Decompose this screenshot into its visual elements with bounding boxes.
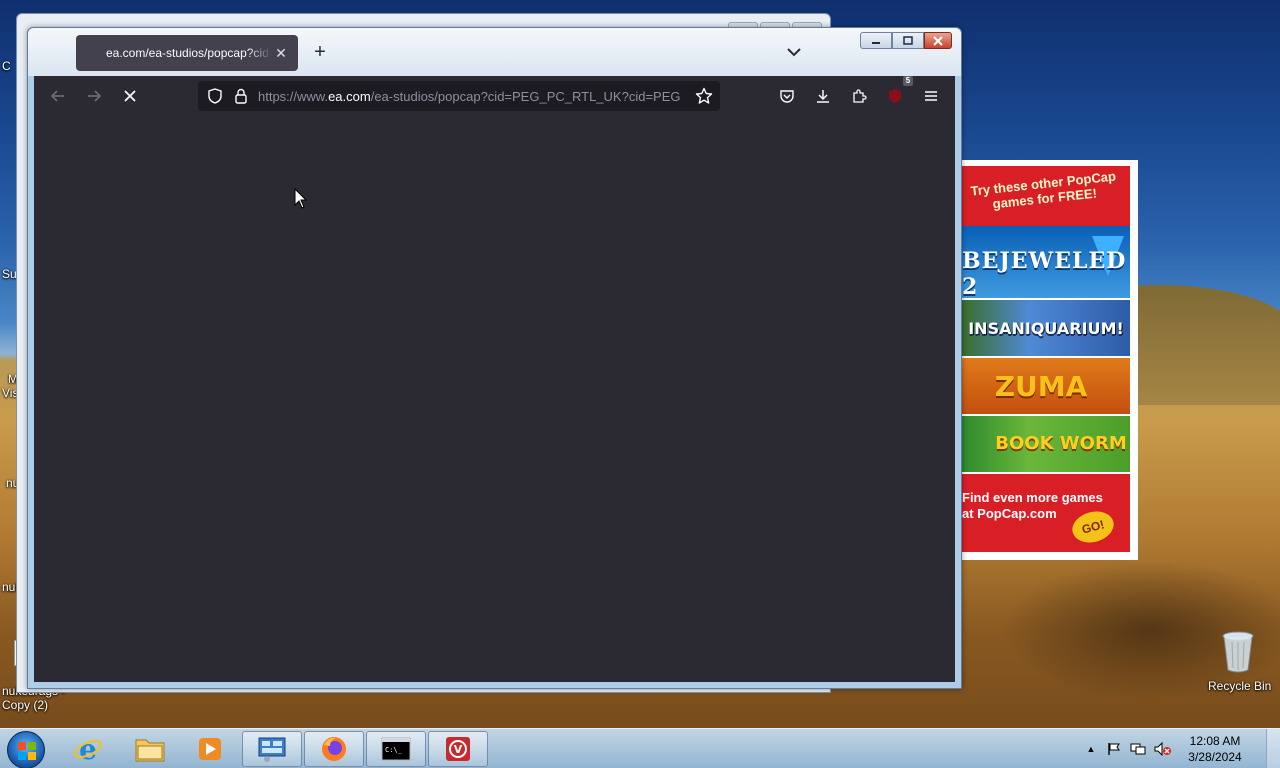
app-menu-button[interactable] — [917, 82, 945, 110]
ad-insaniquarium-banner[interactable]: INSANIQUARIUM! — [962, 298, 1130, 356]
desktop-partial-label: C — [2, 59, 11, 73]
restore-icon — [903, 36, 913, 45]
action-center-flag-icon[interactable] — [1102, 742, 1126, 756]
forward-button[interactable] — [80, 82, 108, 110]
taskbar-media-player[interactable] — [180, 731, 240, 767]
ad-zuma-banner[interactable]: ZUMA — [962, 356, 1130, 414]
show-desktop-button[interactable] — [1266, 729, 1280, 768]
svg-text:C:\_: C:\_ — [385, 746, 403, 754]
ad-game-title: ZUMA — [994, 369, 1088, 403]
firefox-titlebar[interactable]: ea.com/ea-studios/popcap?cid=PEG_PC_RTL_… — [28, 28, 961, 76]
stop-button[interactable] — [116, 82, 144, 110]
ublock-shield-icon — [889, 89, 901, 103]
page-content-area[interactable] — [34, 116, 955, 682]
hamburger-menu-icon — [925, 91, 937, 101]
downloads-button[interactable] — [809, 82, 837, 110]
svg-text:e: e — [79, 734, 97, 764]
ad-bookworm-banner[interactable]: BOOK WORM — [962, 414, 1130, 472]
url-path: /ea-studios/popcap?cid=PEG_PC_RTL_UK?cid… — [370, 88, 681, 104]
stop-x-icon — [124, 90, 136, 102]
lock-icon[interactable] — [234, 88, 248, 107]
list-all-tabs-button[interactable] — [786, 44, 802, 60]
recycle-bin-icon — [1222, 631, 1254, 673]
browser-tab[interactable]: ea.com/ea-studios/popcap?cid=PEG_PC_RTL_… — [76, 35, 298, 71]
chevron-down-icon — [787, 48, 801, 57]
desktop-partial-label: Su — [2, 267, 17, 281]
url-text[interactable]: https://www.ea.com/ea-studios/popcap?cid… — [258, 89, 688, 104]
media-player-icon — [199, 738, 221, 760]
tab-close-icon[interactable]: ✕ — [272, 45, 290, 62]
clock-date: 3/28/2024 — [1188, 750, 1242, 764]
pocket-icon — [780, 90, 794, 103]
taskbar-app[interactable]: V — [428, 731, 488, 767]
window-controls — [860, 32, 952, 49]
ad-footer-line: Find even more games — [962, 490, 1103, 505]
ad-game-title: INSANIQUARIUM! — [968, 318, 1124, 338]
tracking-protection-shield-icon[interactable] — [207, 88, 223, 107]
arrow-left-icon — [50, 90, 64, 102]
control-panel-icon — [258, 737, 286, 762]
arrow-right-icon — [88, 90, 102, 102]
popcap-ad-panel[interactable]: Try these other PopCap games for FREE! B… — [962, 160, 1138, 560]
navigation-toolbar: https://www.ea.com/ea-studios/popcap?cid… — [34, 76, 955, 116]
puzzle-icon — [853, 89, 867, 103]
ad-popcap-link[interactable]: Find even more games at PopCap.com GO! — [962, 472, 1130, 552]
bookmark-star-icon[interactable] — [695, 87, 713, 108]
url-prefix: https://www. — [258, 88, 329, 104]
network-icon[interactable] — [1126, 742, 1150, 756]
command-prompt-icon: C:\_ — [381, 737, 411, 761]
taskbar: e C:\_ V ▲ 12:08 AM 3/28/2024 — [0, 728, 1280, 768]
taskbar-firefox[interactable] — [304, 731, 364, 767]
show-hidden-icons-icon[interactable]: ▲ — [1080, 744, 1102, 754]
ad-bejeweled-banner[interactable]: Try these other PopCap games for FREE! B… — [962, 166, 1130, 298]
taskbar-command-prompt[interactable]: C:\_ — [366, 731, 426, 767]
recycle-bin-label: Recycle Bin — [1208, 679, 1272, 693]
windows-logo-icon — [18, 742, 36, 760]
recycle-bin[interactable]: Recycle Bin — [1208, 630, 1272, 693]
ublock-extension-button[interactable]: 5 — [881, 76, 913, 110]
tab-title: ea.com/ea-studios/popcap?cid=PEG_PC_RTL_… — [106, 46, 272, 60]
url-host: ea.com — [328, 88, 371, 104]
close-button[interactable] — [924, 32, 952, 49]
app-icon: V — [446, 737, 470, 761]
system-tray: ▲ 12:08 AM 3/28/2024 — [1080, 729, 1280, 768]
minimize-icon — [872, 41, 880, 44]
start-button[interactable] — [7, 731, 45, 768]
folder-icon — [135, 739, 165, 762]
clock-time: 12:08 AM — [1189, 734, 1241, 748]
taskbar-control-panel[interactable] — [242, 731, 302, 767]
ad-game-title: BEJEWELED 2 — [962, 248, 1127, 298]
extensions-button[interactable] — [845, 82, 873, 110]
close-icon — [933, 35, 943, 46]
taskbar-file-explorer[interactable] — [120, 731, 180, 767]
maximize-button[interactable] — [892, 32, 924, 49]
mouse-cursor-icon — [294, 188, 308, 209]
volume-muted-icon[interactable] — [1150, 742, 1176, 756]
internet-explorer-icon: e — [74, 734, 102, 764]
ad-game-title: BOOK WORM — [995, 433, 1127, 454]
minimize-button[interactable] — [860, 32, 892, 49]
download-icon — [817, 90, 829, 103]
taskbar-clock[interactable]: 12:08 AM 3/28/2024 — [1176, 733, 1254, 765]
new-tab-button[interactable]: + — [310, 42, 330, 63]
ad-promo-text: Try these other PopCap games for FREE! — [969, 168, 1117, 212]
back-button[interactable] — [44, 82, 72, 110]
firefox-icon — [322, 737, 346, 761]
pocket-button[interactable] — [773, 82, 801, 110]
svg-text:V: V — [454, 743, 463, 756]
firefox-window[interactable]: ea.com/ea-studios/popcap?cid=PEG_PC_RTL_… — [27, 27, 962, 689]
url-bar[interactable]: https://www.ea.com/ea-studios/popcap?cid… — [198, 81, 720, 111]
extension-badge: 5 — [903, 76, 913, 86]
taskbar-internet-explorer[interactable]: e — [58, 731, 118, 767]
